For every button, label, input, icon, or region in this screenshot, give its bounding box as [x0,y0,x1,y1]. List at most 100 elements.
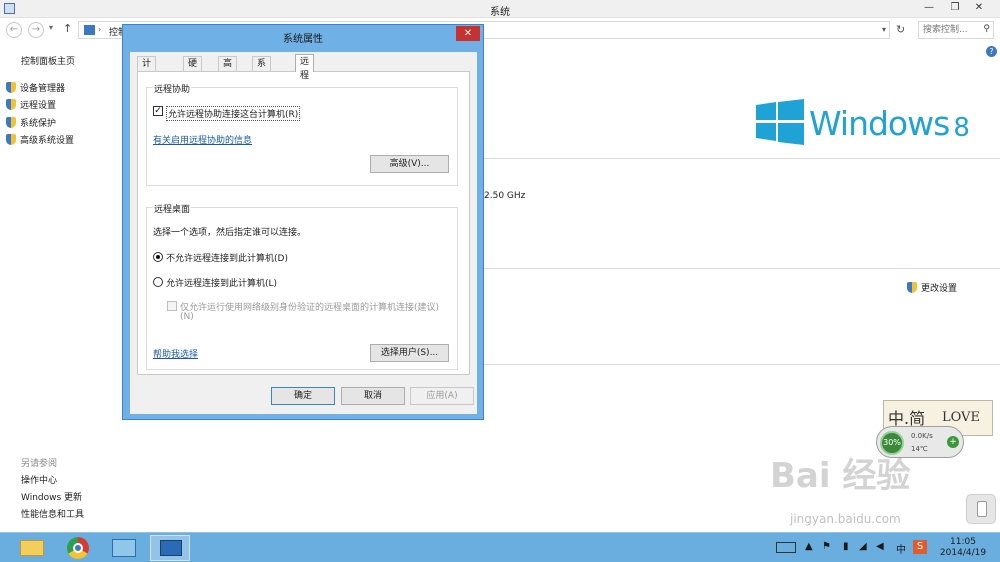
remote-tab-panel: 远程协助 ✓ 允许远程协助连接这台计算机(R) 有关启用远程协助的信息 高级(V… [137,71,470,375]
see-also-heading: 另请参阅 [21,459,58,469]
boost-plus-icon[interactable]: + [947,436,959,448]
window-title: 系统 [490,7,510,18]
back-icon[interactable]: ← [6,22,22,38]
widget-love-text: LOVE [942,410,980,425]
clock-date: 2014/4/19 [939,548,987,558]
search-input[interactable] [923,24,979,36]
recent-locations-icon[interactable]: ▾ [49,23,53,32]
battery-icon[interactable]: ▮ [843,541,849,552]
taskbar-network-app[interactable] [104,535,144,561]
keyboard-icon[interactable] [776,542,796,553]
left-navigation: 控制面板主页 设备管理器 远程设置 系统保护 高级系统设置 另请参阅 操作中心 … [0,42,122,532]
remote-assistance-group: 远程协助 ✓ 允许远程协助连接这台计算机(R) 有关启用远程协助的信息 高级(V… [146,82,458,186]
minimize-button[interactable]: — [918,1,940,15]
tab-remote[interactable]: 远程 [295,54,315,81]
dialog-close-button[interactable]: ✕ [456,26,480,41]
allow-remote-label[interactable]: 允许远程连接到此计算机(L) [166,276,277,289]
divider [484,158,1000,159]
folder-icon [20,540,44,556]
nla-only-label-accesskey[interactable]: (N) [180,312,194,322]
ime-indicator[interactable]: 中 [896,541,906,556]
remote-desktop-group: 远程桌面 选择一个选项，然后指定谁可以连接。 不允许远程连接到此计算机(D) 允… [146,202,458,370]
logo-text: Windows [809,104,950,143]
shield-icon [6,117,16,128]
nla-only-label[interactable]: 仅允许运行使用网络级别身份验证的远程桌面的计算机连接(建议) [180,300,439,313]
taskbar-chrome[interactable] [58,535,98,561]
system-properties-dialog: 系统属性 ✕ 计算机名 硬件 高级 系统保护 远程 远程协助 ✓ 允许远程协助连… [122,24,484,420]
chrome-icon [67,537,89,559]
shield-icon [6,99,16,110]
deny-remote-label[interactable]: 不允许远程连接到此计算机(D) [166,251,288,264]
sidebar-item-label: 系统保护 [20,119,57,129]
dialog-body: 计算机名 硬件 高级 系统保护 远程 远程协助 ✓ 允许远程协助连接这台计算机(… [130,52,477,414]
network-speed: 0.0K/s [911,432,933,440]
forward-icon[interactable]: → [28,22,44,38]
select-users-button[interactable]: 选择用户(S)... [370,344,449,362]
show-hidden-icons[interactable]: ▲ [805,541,813,552]
tab-advanced[interactable]: 高级 [218,56,238,83]
maximize-button[interactable]: ❐ [944,1,966,15]
tab-system-protection[interactable]: 系统保护 [252,56,272,111]
volume-icon[interactable]: ◀ [876,541,884,552]
allow-remote-radio[interactable] [153,277,163,287]
computer-icon [160,540,182,556]
control-panel-home-link[interactable]: 控制面板主页 [21,54,75,67]
watermark-url: jingyan.baidu.com [790,512,901,526]
deny-remote-radio[interactable] [153,252,163,262]
allow-remote-assistance-checkbox[interactable]: ✓ [153,106,163,116]
address-dropdown-icon[interactable]: ▾ [882,25,886,34]
breadcrumb-separator-icon[interactable]: › [98,25,101,34]
performance-tools-link[interactable]: 性能信息和工具 [21,507,84,520]
sidebar-item-remote-settings[interactable]: 远程设置 [6,98,56,112]
control-panel-icon [84,25,95,35]
remote-desktop-title: 远程桌面 [153,202,192,215]
remote-desktop-instruction: 选择一个选项，然后指定谁可以连接。 [153,228,307,238]
cancel-button[interactable]: 取消 [341,387,405,405]
ok-button[interactable]: 确定 [271,387,335,405]
usb-drive-icon[interactable] [966,494,996,524]
advanced-button[interactable]: 高级(V)... [370,155,449,173]
taskbar-clock[interactable]: 11:05 2014/4/19 [936,537,990,559]
search-icon[interactable]: ⚲ [983,24,990,34]
remote-assistance-info-link[interactable]: 有关启用远程协助的信息 [153,133,252,146]
radio-selected-dot [156,255,160,259]
tab-hardware[interactable]: 硬件 [183,56,203,83]
sogou-ime-icon[interactable]: S [913,540,927,554]
change-settings-label: 更改设置 [921,284,958,294]
divider [484,268,1000,269]
search-box[interactable]: ⚲ [918,21,994,39]
allow-remote-assistance-label[interactable]: 允许远程协助连接这台计算机(R) [166,106,301,121]
shield-icon [6,82,16,93]
network-icon[interactable]: ◢ [859,541,867,552]
action-center-link[interactable]: 操作中心 [21,473,57,486]
cpu-speed: 2.50 GHz [484,191,526,201]
sidebar-item-label: 设备管理器 [20,84,66,94]
sidebar-item-label: 高级系统设置 [20,136,75,146]
logo-version: 8 [953,113,970,143]
windows-update-link[interactable]: Windows 更新 [21,490,82,503]
windows-logo-icon [756,99,804,145]
window-titlebar: 系统 — ❐ ✕ [0,0,1000,18]
divider [484,364,1000,365]
shield-icon [907,282,917,293]
nla-only-checkbox[interactable] [167,301,177,311]
sidebar-item-device-manager[interactable]: 设备管理器 [6,81,65,95]
shield-icon [6,134,16,145]
apply-button[interactable]: 应用(A) [410,387,474,405]
taskbar-system-window[interactable] [150,535,190,561]
up-arrow-icon[interactable]: ↑ [63,22,72,35]
usb-body-icon [977,501,987,517]
taskbar: ▲ ⚑ ▮ ◢ ◀ 中 S 11:05 2014/4/19 [0,532,1000,562]
sidebar-item-label: 远程设置 [20,101,57,111]
taskbar-file-explorer[interactable] [12,535,52,561]
help-me-choose-link[interactable]: 帮助我选择 [153,347,198,360]
refresh-icon[interactable]: ↻ [896,23,905,36]
window-close-button[interactable]: ✕ [968,1,990,15]
action-center-flag-icon[interactable]: ⚑ [822,541,831,552]
windows-edition-logo: Windows 8 [809,104,970,143]
change-settings-link[interactable]: 更改设置 [907,281,957,294]
tab-computer-name[interactable]: 计算机名 [137,56,157,111]
clock-time: 11:05 [950,537,976,547]
sidebar-item-system-protection[interactable]: 系统保护 [6,116,56,130]
sidebar-item-advanced-settings[interactable]: 高级系统设置 [6,133,74,147]
